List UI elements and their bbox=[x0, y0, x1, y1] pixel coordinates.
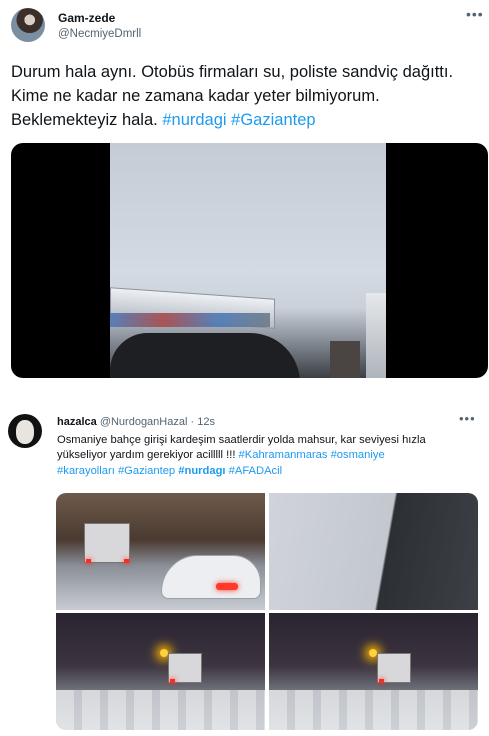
tweet-header: hazalca @NurdoganHazal · 12s bbox=[57, 416, 215, 428]
hashtag-link[interactable]: #nurdagi bbox=[162, 111, 226, 129]
tweet-text-line: #karayolları #Gaziantep #nurdagı #AFADAc… bbox=[57, 464, 477, 479]
more-dots-icon[interactable]: ••• bbox=[466, 6, 484, 22]
hashtag-link[interactable]: #osmaniye bbox=[331, 449, 385, 461]
beacon-light bbox=[369, 649, 377, 657]
display-name[interactable]: Gam-zede bbox=[58, 11, 115, 25]
tweet-text-line: yükseliyor yardım gerekiyor acilllll !!!… bbox=[57, 448, 477, 463]
beacon-light bbox=[160, 649, 168, 657]
user-handle[interactable]: @NurdoganHazal bbox=[100, 416, 188, 428]
tail-light bbox=[124, 559, 129, 563]
truck-side-shape bbox=[366, 293, 386, 378]
tweet-text-line: Osmaniye bahçe girişi kardeşim saatlerdi… bbox=[57, 434, 426, 446]
avatar[interactable] bbox=[8, 414, 42, 448]
avatar[interactable] bbox=[11, 8, 45, 42]
tail-light bbox=[379, 679, 384, 683]
snowy-cars-shape bbox=[56, 690, 265, 730]
sign-shape bbox=[330, 341, 360, 378]
tweet-2: hazalca @NurdoganHazal · 12s ••• Osmaniy… bbox=[0, 395, 489, 736]
hashtag-link[interactable]: #Kahramanmaras bbox=[239, 449, 328, 461]
display-name[interactable]: hazalca bbox=[57, 416, 97, 428]
photo-3[interactable] bbox=[56, 613, 265, 730]
tail-light bbox=[86, 559, 91, 563]
tweet-text: Osmaniye bahçe girişi kardeşim saatlerdi… bbox=[57, 433, 477, 479]
tweet-time[interactable]: · 12s bbox=[190, 416, 214, 428]
bus-band-shape bbox=[110, 313, 270, 327]
user-handle[interactable]: @NecmiyeDmrll bbox=[58, 28, 141, 40]
truck-shape bbox=[84, 523, 130, 563]
photo-grid bbox=[56, 493, 478, 730]
hashtag-link[interactable]: #Gaziantep bbox=[118, 465, 175, 477]
tweet-text-body: yükseliyor yardım gerekiyor acilllll !!! bbox=[57, 449, 236, 462]
tail-light bbox=[170, 679, 175, 683]
tweet-text: Durum hala aynı. Otobüs firmaları su, po… bbox=[11, 60, 481, 132]
more-dots-icon[interactable]: ••• bbox=[459, 411, 476, 426]
photo-2[interactable] bbox=[269, 493, 478, 610]
video-frame bbox=[110, 143, 386, 378]
tweet-video[interactable] bbox=[11, 143, 488, 378]
photo-1[interactable] bbox=[56, 493, 265, 610]
photo-4[interactable] bbox=[269, 613, 478, 730]
hashtag-link[interactable]: #karayolları bbox=[57, 465, 115, 477]
hashtag-link[interactable]: #Gaziantep bbox=[231, 111, 315, 129]
white-car-shape bbox=[161, 555, 261, 599]
hashtag-link[interactable]: #AFADAcil bbox=[229, 465, 282, 477]
hashtag-link[interactable]: #nurdagı bbox=[178, 465, 225, 477]
avatar-face-shape bbox=[16, 420, 34, 444]
car-taillight bbox=[216, 583, 238, 590]
tweet-1: Gam-zede @NecmiyeDmrll ••• Durum hala ay… bbox=[0, 0, 489, 384]
snowy-cars-shape bbox=[269, 690, 478, 730]
car-hood-shape bbox=[110, 333, 300, 378]
